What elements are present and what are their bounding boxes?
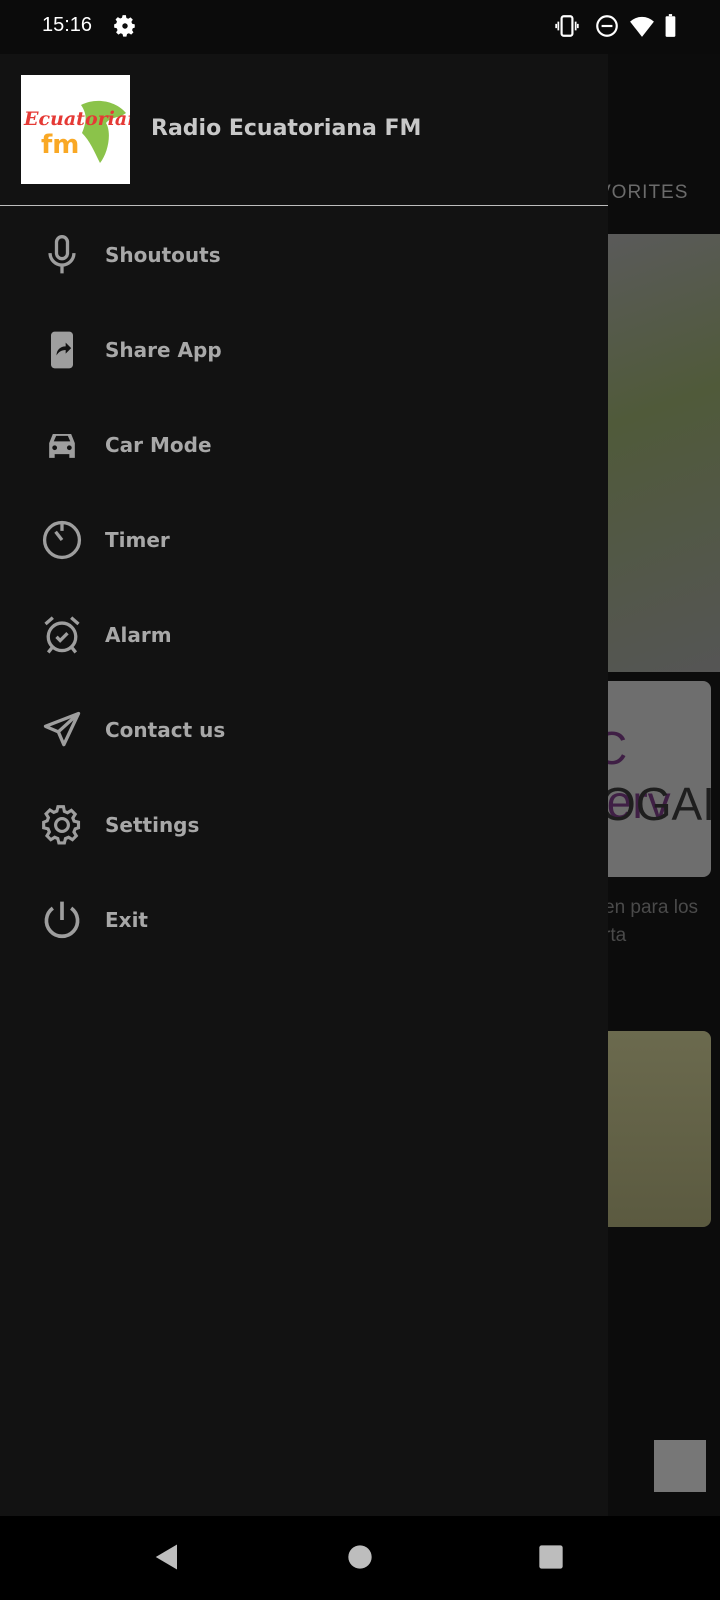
alarm-icon [44, 615, 80, 653]
drawer-item-settings[interactable]: Settings [0, 777, 608, 872]
drawer-item-alarm[interactable]: Alarm [0, 587, 608, 682]
drawer-item-label: Shoutouts [105, 242, 221, 267]
desc-line: rta [608, 925, 627, 946]
drawer-item-share-app[interactable]: Share App [0, 302, 608, 397]
desc-line: en para los [608, 897, 699, 918]
wifi-icon [630, 16, 654, 37]
power-icon [44, 901, 80, 938]
share-app-icon [51, 331, 73, 368]
app-logo: Ecuatorianafm [21, 75, 130, 184]
drawer-item-label: Settings [105, 812, 200, 837]
recents-icon[interactable] [537, 1542, 565, 1572]
timer-icon [42, 520, 82, 559]
mini-player-thumbnail [654, 1440, 706, 1492]
background-card: C ferv OGAI [608, 681, 711, 877]
drawer-item-label: Timer [105, 527, 170, 552]
back-icon[interactable] [152, 1542, 182, 1572]
drawer-item-label: Car Mode [105, 432, 212, 457]
drawer-item-timer[interactable]: Timer [0, 492, 608, 587]
drawer-header: Ecuatorianafm Radio Ecuatoriana FM [0, 54, 608, 206]
favorites-tab: VORITES [608, 182, 689, 203]
svg-text:fm: fm [41, 130, 79, 160]
background-content: VORITES C ferv OGAI en para los rta [608, 54, 720, 1516]
app-title: Radio Ecuatoriana FM [151, 116, 422, 141]
drawer-item-contact-us[interactable]: Contact us [0, 682, 608, 777]
drawer-item-shoutouts[interactable]: Shoutouts [0, 207, 608, 302]
do-not-disturb-icon [596, 15, 618, 37]
microphone-icon [48, 234, 76, 273]
settings-gear-icon [114, 15, 135, 37]
drawer-item-label: Share App [105, 337, 222, 362]
car-icon [49, 433, 75, 458]
home-icon[interactable] [346, 1542, 374, 1572]
gear-icon [42, 804, 81, 845]
battery-icon [665, 14, 676, 37]
drawer-item-exit[interactable]: Exit [0, 872, 608, 967]
send-icon [43, 711, 81, 746]
background-card-video [608, 1031, 711, 1227]
drawer-item-label: Contact us [105, 717, 226, 742]
system-nav-bar [0, 1516, 720, 1600]
drawer-item-label: Exit [105, 907, 148, 932]
drawer-item-car-mode[interactable]: Car Mode [0, 397, 608, 492]
navigation-drawer: Ecuatorianafm Radio Ecuatoriana FM Shout… [0, 54, 608, 1516]
status-time: 15:16 [42, 14, 93, 36]
drawer-item-label: Alarm [105, 622, 172, 647]
svg-text:Ecuatoriana: Ecuatoriana [23, 108, 130, 130]
status-bar: 15:16 [0, 0, 720, 54]
background-description: en para los rta [608, 894, 698, 950]
background-banner-image [608, 234, 720, 672]
card-text: OGAI [608, 778, 711, 830]
vibrate-icon [555, 15, 579, 37]
